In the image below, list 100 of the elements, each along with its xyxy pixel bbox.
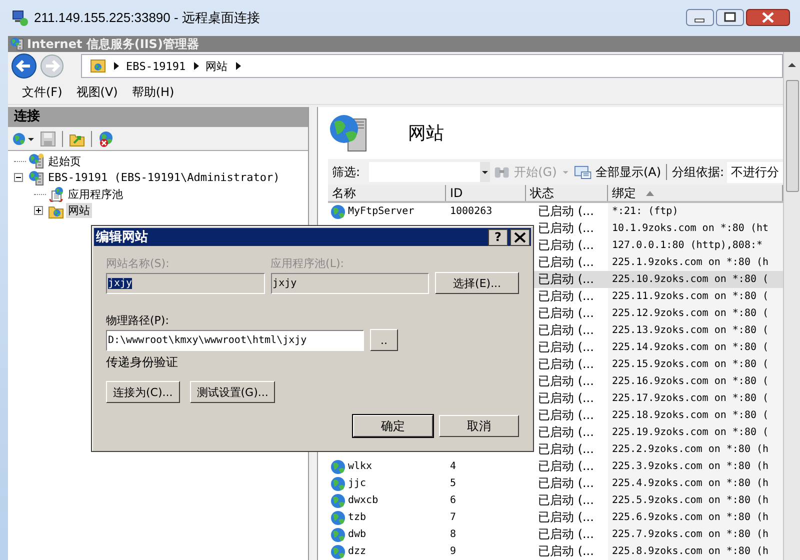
site-binding: 225.4.9zoks.com on *:80 (h [612, 478, 769, 489]
menu-item[interactable]: 文件(F) [22, 84, 62, 100]
tree-item[interactable]: EBS-19191 (EBS-19191\Administrator) [46, 171, 282, 184]
chevron-icon[interactable] [234, 61, 242, 71]
site-status: 已启动 (... [538, 254, 594, 271]
input-field[interactable]: D:\wwwroot\kmxy\wwwroot\html\jxjy [106, 330, 364, 351]
restore-button[interactable] [716, 9, 744, 26]
chevron-icon[interactable] [192, 61, 200, 71]
auth-label: 传递身份验证 [106, 354, 179, 371]
dialog-title: 编辑网站 [96, 228, 148, 246]
tree-item[interactable]: 网站 [66, 203, 92, 218]
site-status: 已启动 (... [538, 526, 594, 543]
tree-item[interactable]: 起始页 [46, 154, 83, 169]
site-binding: 225.14.9zoks.com on *:80 ( [612, 342, 769, 353]
menu-item[interactable]: 视图(V) [76, 84, 118, 100]
dialog-button[interactable]: 测试设置(G)... [190, 381, 276, 403]
site-binding: 225.11.9zoks.com on *:80 ( [612, 291, 769, 302]
collapse-icon[interactable] [14, 173, 23, 182]
show-all-icon[interactable] [574, 164, 592, 180]
table-row[interactable]: wlkx 4 已启动 (... 225.3.9zoks.com on *:80 (h [328, 458, 783, 475]
table-row[interactable]: 已启动 (... 225.12.9zoks.com on *:80 ( [328, 305, 783, 322]
site-status: 已启动 (... [538, 356, 594, 373]
site-status: 已启动 (... [538, 543, 594, 560]
globe-icon [330, 544, 346, 560]
site-binding: 225.1.9zoks.com on *:80 (h [612, 257, 769, 268]
globe-icon [330, 458, 346, 474]
folder-globe-icon [90, 58, 106, 74]
help-button[interactable]: ? [488, 228, 508, 246]
site-name: wlkx [348, 461, 372, 472]
back-button[interactable] [11, 53, 37, 79]
ok-button[interactable]: 确定 [353, 415, 433, 437]
table-row[interactable]: tzb 7 已启动 (... 225.6.9zoks.com on *:80 (h [328, 509, 783, 526]
chevron-icon[interactable] [112, 61, 120, 71]
breadcrumb-item[interactable]: 网站 [206, 58, 228, 74]
tree-item[interactable]: 应用程序池 [66, 186, 125, 202]
globe-server-icon [28, 153, 44, 170]
site-binding: 225.19.9zoks.com on *:80 ( [612, 427, 769, 438]
site-name: MyFtpServer [348, 206, 414, 217]
globe-icon [330, 492, 346, 508]
table-row[interactable]: 已启动 (... 225.17.9zoks.com on *:80 ( [328, 390, 783, 407]
expand-icon[interactable] [34, 206, 43, 216]
globe-icon [330, 510, 346, 526]
table-row[interactable]: jjc 5 已启动 (... 225.4.9zoks.com on *:80 (h [328, 475, 783, 492]
column-header[interactable]: 名称 [328, 185, 446, 201]
breadcrumb-item[interactable]: EBS-19191 [126, 60, 186, 72]
column-header[interactable]: 状态 [526, 185, 608, 201]
select-button[interactable]: 选择(E)... [435, 272, 520, 294]
site-binding: 10.1.9zoks.com on *:80 (ht [612, 223, 769, 234]
site-id: 8 [450, 529, 456, 540]
group-by-field[interactable]: 不进行分 [727, 162, 783, 182]
site-binding: 225.2.9zoks.com on *:80 (h [612, 444, 769, 455]
site-id: 4 [450, 461, 456, 472]
site-status: 已启动 (... [538, 475, 594, 492]
scroll-thumb[interactable] [786, 80, 798, 192]
site-status: 已启动 (... [538, 373, 594, 390]
column-header[interactable]: ID [446, 185, 526, 201]
app-title: Internet 信息服务(IIS)管理器 [27, 36, 199, 52]
window-title: 211.149.155.225:33890 - 远程桌面连接 [34, 9, 260, 27]
table-row[interactable]: 已启动 (... 225.2.9zoks.com on *:80 (h [328, 441, 783, 458]
globe-icon [330, 204, 346, 220]
site-binding: 127.0.0.1:80 (http),808:* [612, 240, 763, 251]
panel-header: 连接 [8, 107, 308, 127]
site-id: 9 [450, 546, 456, 557]
close-button[interactable] [746, 9, 790, 26]
site-status: 已启动 (... [538, 271, 594, 288]
minimize-button[interactable] [686, 9, 714, 26]
site-status: 已启动 (... [538, 407, 594, 424]
table-row[interactable]: dwxcb 6 已启动 (... 225.5.9zoks.com on *:80 (h [328, 492, 783, 509]
close-button[interactable] [510, 228, 530, 246]
browse-button[interactable]: .. [370, 329, 398, 351]
dialog-button[interactable]: 连接为(C)... [106, 381, 180, 403]
site-binding: 225.15.9zoks.com on *:80 ( [612, 359, 769, 370]
address-bar[interactable]: EBS-19191 网站 [81, 54, 783, 78]
table-row[interactable]: 已启动 (... 225.15.9zoks.com on *:80 ( [328, 356, 783, 373]
globe-icon [330, 526, 346, 542]
site-status: 已启动 (... [538, 441, 594, 458]
site-status: 已启动 (... [538, 390, 594, 407]
site-binding: 225.12.9zoks.com on *:80 ( [612, 308, 769, 319]
site-name: dwb [348, 529, 366, 540]
site-status: 已启动 (... [538, 509, 594, 526]
menu-item[interactable]: 帮助(H) [132, 84, 174, 100]
table-row[interactable]: dzz 9 已启动 (... 225.8.9zoks.com on *:80 (h [328, 543, 783, 560]
globe-server-icon [28, 170, 44, 186]
filter-label: 筛选: [332, 164, 360, 180]
globe-dropdown-icon[interactable] [12, 130, 36, 146]
site-binding: *:21: (ftp) [612, 206, 678, 217]
table-row[interactable]: dwb 8 已启动 (... 225.7.9zoks.com on *:80 (h [328, 526, 783, 543]
filter-field[interactable] [369, 162, 490, 182]
scrollbar[interactable] [783, 52, 800, 560]
table-row[interactable]: MyFtpServer 1000263 已启动 (... *:21: (ftp) [328, 203, 783, 220]
table-row[interactable]: 已启动 (... 225.16.9zoks.com on *:80 ( [328, 373, 783, 390]
site-name: dzz [348, 546, 366, 557]
cancel-button[interactable]: 取消 [439, 415, 519, 437]
application-pool-icon [48, 186, 64, 202]
site-name: jjc [348, 478, 366, 489]
show-all-button[interactable]: 全部显示(A) [595, 164, 662, 180]
site-status: 已启动 (... [538, 237, 594, 254]
site-binding: 225.18.9zoks.com on *:80 ( [612, 410, 769, 421]
site-status: 已启动 (... [538, 305, 594, 322]
site-binding: 225.7.9zoks.com on *:80 (h [612, 529, 769, 540]
